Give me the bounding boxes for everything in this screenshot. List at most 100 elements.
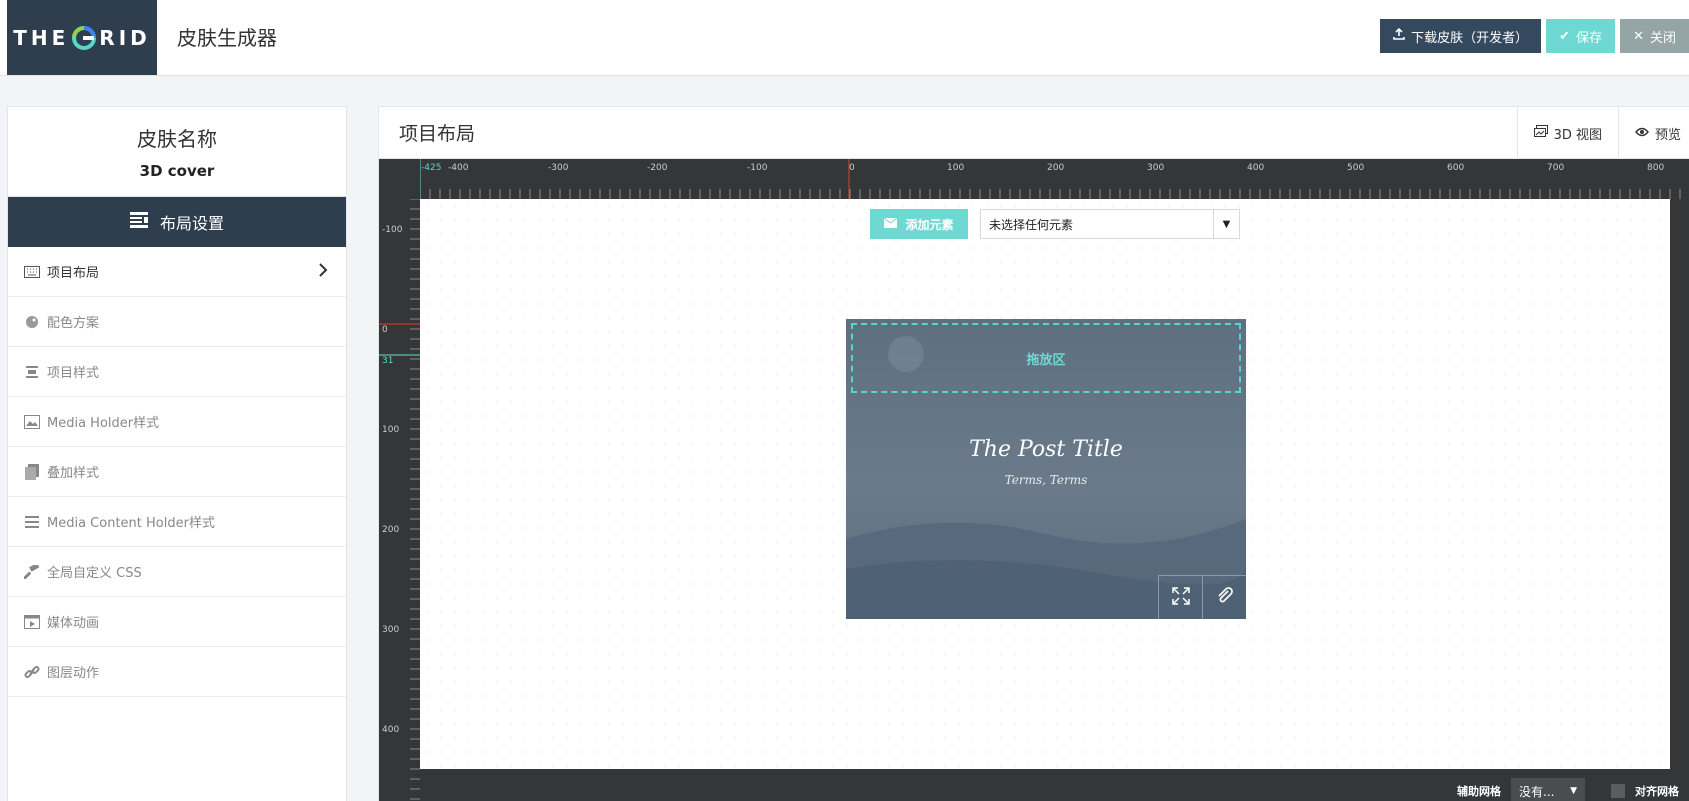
top-actions: 下载皮肤（开发者） ✔ 保存 ✕ 关闭 [1380, 19, 1689, 53]
ruler-left-label: -100 [382, 225, 403, 235]
close-button[interactable]: ✕ 关闭 [1620, 19, 1689, 53]
preview-label: 预览 [1654, 127, 1681, 143]
download-skin-label: 下载皮肤（开发者） [1411, 30, 1529, 46]
ruler-top-label: 100 [947, 163, 965, 173]
sidebar-item-label: Media Holder样式 [47, 416, 160, 431]
ruler-top-label: 400 [1247, 163, 1265, 173]
post-terms[interactable]: Terms, Terms [846, 473, 1246, 487]
ruler-top-label: -425 [421, 163, 442, 173]
skin-preview-card[interactable]: 拖放区 The Post Title Terms, Terms [846, 319, 1246, 619]
ruler-left-label: 0 [382, 325, 388, 335]
sidebar-item-item-layout[interactable]: 项目布局 [8, 247, 346, 297]
ruler-top-label: 700 [1547, 163, 1565, 173]
ruler-left-ticks [379, 199, 420, 800]
card-actions [1158, 575, 1246, 619]
add-element-button[interactable]: 添加元素 [870, 209, 968, 239]
skin-name-value[interactable]: 3D cover [8, 162, 346, 180]
sidebar-item-label: Media Content Holder样式 [47, 516, 215, 531]
skin-name-panel: 皮肤名称 3D cover [8, 107, 346, 197]
paperclip-icon [1216, 586, 1234, 609]
sidebar: 皮肤名称 3D cover 布局设置 项目布局 配色方案 项目样式 Media … [7, 106, 347, 801]
ruler-top-label: 0 [849, 163, 855, 173]
guide-grid-value: 没有... [1519, 784, 1555, 799]
ruler-top-label: -100 [747, 163, 768, 173]
ruler-top[interactable]: -425 -400 -300 -200 -100 0 100 200 300 4… [420, 159, 1689, 199]
ruler-top-label: 500 [1347, 163, 1365, 173]
link-icon [23, 663, 41, 681]
the-grid-logo: THE RID [7, 0, 157, 75]
page-title: 项目布局 [399, 123, 476, 145]
sidebar-item-media-animation[interactable]: 媒体动画 [8, 597, 346, 647]
ruler-left[interactable]: -100 0 31 100 200 300 400 [379, 199, 420, 801]
main-panel: 项目布局 3D 视图 预览 -425 -400 -300 -200 -100 0… [378, 106, 1689, 801]
logo-text-left: THE [13, 25, 70, 50]
envelope-icon [884, 217, 898, 231]
download-skin-button[interactable]: 下载皮肤（开发者） [1380, 19, 1542, 53]
expand-button[interactable] [1158, 575, 1202, 619]
hammer-icon [23, 563, 41, 581]
add-element-label: 添加元素 [905, 217, 954, 232]
skin-name-title: 皮肤名称 [137, 127, 217, 151]
caret-down-icon: ▼ [1570, 786, 1577, 796]
snap-grid-checkbox[interactable] [1611, 784, 1625, 798]
sidebar-item-layer-action[interactable]: 图层动作 [8, 647, 346, 697]
drop-zone[interactable]: 拖放区 [851, 323, 1241, 393]
ruler-top-label: 200 [1047, 163, 1065, 173]
images-icon [1533, 125, 1548, 141]
3d-view-button[interactable]: 3D 视图 [1516, 107, 1618, 159]
save-label: 保存 [1576, 30, 1603, 46]
top-bar: THE RID 皮肤生成器 下载皮肤（开发者） ✔ 保存 ✕ 关闭 [0, 0, 1689, 76]
film-icon [23, 613, 41, 631]
element-select-value: 未选择任何元素 [989, 217, 1074, 232]
sidebar-item-label: 图层动作 [47, 666, 100, 681]
layout-settings-header: 布局设置 [8, 197, 346, 247]
ruler-left-label: 100 [382, 425, 400, 435]
caret-down-icon: ▼ [1213, 210, 1239, 238]
sidebar-item-label: 叠加样式 [47, 466, 100, 481]
align-icon [23, 363, 41, 381]
ruler-left-label: 400 [382, 725, 400, 735]
upload-icon [1393, 27, 1405, 44]
ruler-top-label: 600 [1447, 163, 1465, 173]
snap-grid-label: 对齐网格 [1635, 785, 1679, 798]
guide-grid-label: 辅助网格 [1457, 785, 1501, 798]
expand-icon [1171, 586, 1190, 609]
close-label: 关闭 [1649, 30, 1676, 46]
grid-options-bar: 辅助网格 没有... ▼ 对齐网格 [420, 775, 1689, 801]
sidebar-item-media-content-holder[interactable]: Media Content Holder样式 [8, 497, 346, 547]
sidebar-item-label: 项目布局 [47, 266, 100, 281]
save-button[interactable]: ✔ 保存 [1546, 19, 1616, 53]
stage: -425 -400 -300 -200 -100 0 100 200 300 4… [379, 159, 1689, 801]
element-select[interactable]: 未选择任何元素 ▼ [980, 209, 1240, 239]
grid-logo-icon [71, 25, 97, 51]
sidebar-item-overlay-style[interactable]: 叠加样式 [8, 447, 346, 497]
ruler-top-label: 800 [1647, 163, 1665, 173]
sidebar-item-global-css[interactable]: 全局自定义 CSS [8, 547, 346, 597]
sidebar-item-media-holder[interactable]: Media Holder样式 [8, 397, 346, 447]
keyboard-icon [23, 263, 41, 281]
link-button[interactable] [1202, 575, 1246, 619]
ruler-top-label: 300 [1147, 163, 1165, 173]
3d-view-label: 3D 视图 [1553, 127, 1602, 143]
sidebar-item-color-scheme[interactable]: 配色方案 [8, 297, 346, 347]
ruler-left-label: 300 [382, 625, 400, 635]
sidebar-item-label: 项目样式 [47, 366, 100, 381]
preview-button[interactable]: 预览 [1617, 107, 1689, 159]
ruler-left-label: 200 [382, 525, 400, 535]
guide-grid-select[interactable]: 没有... ▼ [1511, 778, 1585, 801]
ruler-top-label: -400 [448, 163, 469, 173]
close-icon: ✕ [1633, 28, 1644, 44]
check-icon: ✔ [1559, 28, 1571, 44]
skin-canvas[interactable]: 添加元素 未选择任何元素 ▼ 拖放区 The Post Title Terms,… [420, 199, 1670, 769]
ruler-top-label: -300 [548, 163, 569, 173]
menu-icon [23, 513, 41, 531]
sidebar-item-item-style[interactable]: 项目样式 [8, 347, 346, 397]
app-title: 皮肤生成器 [177, 26, 277, 50]
layout-settings-title: 布局设置 [159, 214, 224, 233]
layout-icon [129, 212, 148, 232]
image-icon [23, 413, 41, 431]
ruler-top-label: -200 [647, 163, 668, 173]
sidebar-item-label: 媒体动画 [47, 616, 100, 631]
post-title[interactable]: The Post Title [846, 437, 1246, 462]
sidebar-item-label: 配色方案 [47, 316, 100, 331]
